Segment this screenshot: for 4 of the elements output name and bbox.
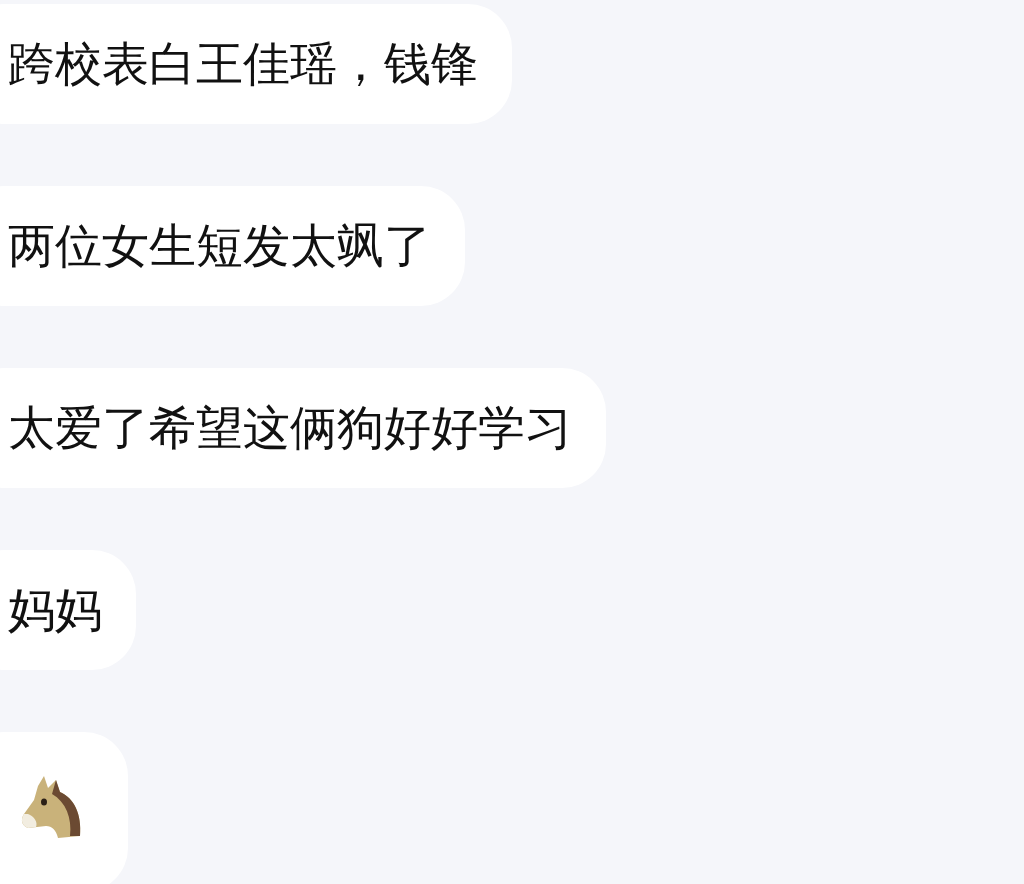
message-bubble: 跨校表白王佳瑶，钱锋 (0, 4, 512, 124)
message-bubble: 两位女生短发太飒了 (0, 186, 465, 306)
message-bubble: 太爱了希望这俩狗好好学习 (0, 368, 606, 488)
message-bubble: 妈妈 (0, 550, 136, 670)
